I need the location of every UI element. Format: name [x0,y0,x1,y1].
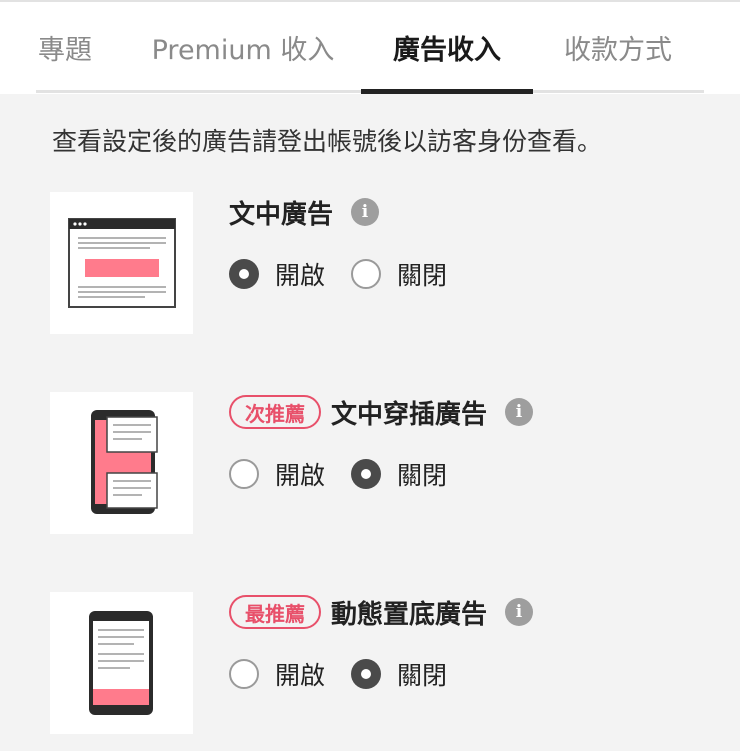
option-off[interactable]: 關閉 [351,656,447,692]
ad-setting-in-article: 文中廣告 i 開啟 關閉 [0,192,740,342]
ad-setting-interstitial: 次推薦 文中穿插廣告 i 開啟 關閉 [0,392,740,542]
option-off[interactable]: 關閉 [351,456,447,492]
radio-on[interactable] [229,459,259,489]
recommend-badge: 最推薦 [229,595,321,629]
tab-topics[interactable]: 專題 [30,0,114,94]
interstitial-radio-group: 開啟 關閉 [229,454,473,494]
radio-on[interactable] [229,259,259,289]
sticky-bottom-ad-illustration [50,592,193,734]
radio-on[interactable] [229,659,259,689]
info-icon[interactable]: i [505,598,534,626]
notice-text: 查看設定後的廣告請登出帳號後以訪客身份查看。 [52,127,603,156]
option-off[interactable]: 關閉 [351,256,447,292]
interstitial-ad-illustration [50,392,193,534]
radio-label-off: 關閉 [397,261,448,290]
recommend-badge: 次推薦 [229,395,321,429]
ad-settings-panel: 查看設定後的廣告請登出帳號後以訪客身份查看。 文中廣告 i 開啟 關閉 次推薦 … [0,94,740,751]
tab-payment-method[interactable]: 收款方式 [548,0,688,94]
setting-title-line: 最推薦 動態置底廣告 i [229,592,534,632]
radio-label-off: 關閉 [397,661,448,690]
radio-off[interactable] [351,459,382,489]
setting-title-line: 文中廣告 i [229,192,380,232]
tab-premium-income[interactable]: Premium 收入 [140,0,346,94]
setting-title: 動態置底廣告 [331,599,488,630]
ad-setting-sticky-bottom: 最推薦 動態置底廣告 i 開啟 關閉 [0,592,740,742]
setting-title: 文中廣告 [229,199,334,230]
setting-title-line: 次推薦 文中穿插廣告 i [229,392,534,432]
tab-ad-income[interactable]: 廣告收入 [361,0,533,94]
info-icon[interactable]: i [351,198,380,226]
radio-label-on: 開啟 [275,261,326,290]
setting-title: 文中穿插廣告 [331,399,488,430]
option-on[interactable]: 開啟 [229,456,325,492]
radio-off[interactable] [351,659,382,689]
radio-label-on: 開啟 [275,461,326,490]
in-article-ad-illustration [50,192,193,334]
radio-label-on: 開啟 [275,661,326,690]
sticky-bottom-radio-group: 開啟 關閉 [229,654,473,694]
in-article-radio-group: 開啟 關閉 [229,254,473,294]
radio-label-off: 關閉 [397,461,448,490]
info-icon[interactable]: i [505,398,534,426]
radio-off[interactable] [351,259,382,289]
tab-bar: 專題 Premium 收入 廣告收入 收款方式 [0,0,740,94]
option-on[interactable]: 開啟 [229,656,325,692]
option-on[interactable]: 開啟 [229,256,325,292]
